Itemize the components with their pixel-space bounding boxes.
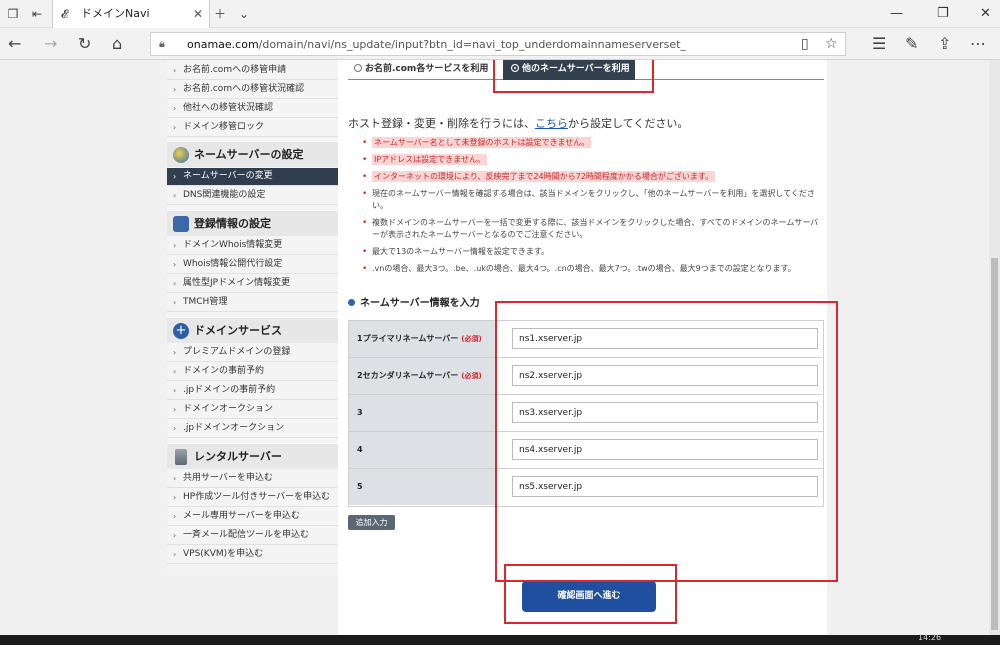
nameserver-type-tabs: お名前.com各サービスを利用 他のネームサーバーを利用 <box>348 60 824 80</box>
sidebar-item-whois-change[interactable]: › ドメインWhois情報変更 <box>167 237 338 255</box>
nameserver-input-table: 1プライマリネームサーバー(必須) 2セカンダリネームサーバー(必須) 3 4 … <box>348 320 824 507</box>
url-input[interactable]: 🔒︎ onamae.com/domain/navi/ns_update/inpu… <box>150 32 846 56</box>
clock: 14:26 <box>918 633 942 642</box>
table-row: 3 <box>349 395 823 432</box>
nameserver-5-input[interactable] <box>512 476 818 497</box>
server-icon <box>175 449 187 465</box>
sidebar-item-mail-server[interactable]: › メール専用サーバーを申込む <box>167 508 338 526</box>
note-item: • IPアドレスは設定できません。 <box>362 154 487 165</box>
tab-title: ドメインNavi <box>81 7 150 20</box>
table-row: 1プライマリネームサーバー (必須) <box>349 321 823 358</box>
close-window-icon[interactable]: ✕ <box>980 6 991 22</box>
row-label: 2セカンダリネームサーバー (必須) <box>349 358 496 394</box>
pen-icon[interactable]: ✎ <box>905 35 918 53</box>
sidebar-item-nameserver-change[interactable]: › ネームサーバーの変更 <box>167 168 338 186</box>
sidebar-item-premium-domain[interactable]: › プレミアムドメインの登録 <box>167 344 338 362</box>
radio-off-icon <box>354 64 362 72</box>
radio-other-nameserver[interactable]: 他のネームサーバーを利用 <box>503 60 635 80</box>
section-title: ネームサーバー情報を入力 <box>348 297 480 310</box>
nameserver-1-input[interactable] <box>512 328 818 349</box>
forward-arrow-icon[interactable]: → <box>44 35 57 53</box>
radio-on-icon <box>511 64 519 72</box>
close-tab-icon[interactable]: ✕ <box>193 7 203 21</box>
sidebar-item-shared-server[interactable]: › 共用サーバーを申込む <box>167 470 338 488</box>
note-item: • インターネットの環境により、反映完了まで24時間から72時間程度かかる場合がご… <box>362 171 716 182</box>
taskbar: 14:26 <box>0 633 1000 645</box>
row-label: 5 <box>349 469 496 505</box>
set-aside-tabs-icon[interactable]: ⇤ <box>30 7 44 21</box>
reading-view-icon[interactable]: ▯ <box>801 36 809 52</box>
refresh-icon[interactable]: ↻ <box>78 35 91 53</box>
note-item: • .vnの場合、最大3つ。.be、.ukの場合、最大4つ。.cnの場合、最大7つ… <box>362 264 796 274</box>
sidebar-item-hp-tool-server[interactable]: › HP作成ツール付きサーバーを申込む <box>167 489 338 507</box>
sidebar-item-jp-preorder[interactable]: › .jpドメインの事前予約 <box>167 382 338 400</box>
sidebar-item-domain-preorder[interactable]: › ドメインの事前予約 <box>167 363 338 381</box>
sidebar-item-transfer-apply[interactable]: › お名前.comへの移管申請 <box>167 62 338 80</box>
bird-icon: 𝓔 <box>61 7 68 21</box>
radio-onamae-service[interactable]: お名前.com各サービスを利用 <box>354 60 488 80</box>
sidebar-item-dns-settings[interactable]: › DNS関連機能の設定 <box>167 187 338 205</box>
page-viewport: › お名前.comへの移管申請 › お名前.comへの移管状況確認 › 他社への移管状… <box>0 60 989 635</box>
new-tab-icon[interactable]: ＋ <box>213 7 227 21</box>
note-item: • ネームサーバー名として未登録のホストは設定できません。 <box>362 137 592 148</box>
favorites-list-icon[interactable]: ☰ <box>872 35 886 53</box>
sidebar-item-whois-proxy[interactable]: › Whois情報公開代行設定 <box>167 256 338 274</box>
sidebar-item-transfer-lock[interactable]: › ドメイン移管ロック <box>167 119 338 137</box>
url-text: onamae.com/domain/navi/ns_update/input?b… <box>187 38 686 51</box>
sidebar-item-jp-domain-info[interactable]: › 属性型JPドメイン情報変更 <box>167 275 338 293</box>
sidebar-item-vps[interactable]: › VPS(KVM)を申込む <box>167 546 338 564</box>
sidebar-item-transfer-status[interactable]: › お名前.comへの移管状況確認 <box>167 81 338 99</box>
scrollbar-thumb[interactable] <box>991 258 998 630</box>
back-arrow-icon[interactable]: ← <box>8 35 21 53</box>
row-label: 3 <box>349 395 496 431</box>
sidebar-item-jp-auction[interactable]: › .jpドメインオークション <box>167 420 338 438</box>
row-label: 1プライマリネームサーバー (必須) <box>349 321 496 357</box>
tab-manager-icon[interactable]: ❐ <box>6 7 20 21</box>
sidebar-item-domain-auction[interactable]: › ドメインオークション <box>167 401 338 419</box>
note-item: • 複数ドメインのネームサーバーを一括で変更する際に、該当ドメインをクリックした場… <box>362 218 819 239</box>
note-item: • 現在のネームサーバー情報を確認する場合は、該当ドメインをクリックし、「他のネー… <box>362 189 815 210</box>
note-item: • 最大で13のネームサーバー情報を設定できます。 <box>362 247 550 257</box>
nameserver-4-input[interactable] <box>512 439 818 460</box>
sidebar-item-tmch[interactable]: › TMCH管理 <box>167 294 338 312</box>
notes-list: • ネームサーバー名として未登録のホストは設定できません。 • IPアドレスは設定で… <box>362 137 824 280</box>
nameserver-2-input[interactable] <box>512 365 818 386</box>
nameserver-globe-icon <box>173 147 189 163</box>
here-link[interactable]: こちら <box>535 117 568 130</box>
home-icon[interactable]: ⌂ <box>112 35 122 53</box>
confirm-button[interactable]: 確認画面へ進む <box>522 581 656 612</box>
sidebar-header-nameserver: ネームサーバーの設定 <box>167 141 338 167</box>
add-input-button[interactable]: 追加入力 <box>348 515 395 530</box>
plus-circle-icon: + <box>173 323 189 339</box>
sidebar-header-domain-service: + ドメインサービス <box>167 317 338 343</box>
registration-info-icon <box>173 216 189 232</box>
page-scrollbar[interactable] <box>989 60 1000 635</box>
main-content: お名前.com各サービスを利用 他のネームサーバーを利用 ホスト登録・変更・削除… <box>338 60 827 635</box>
sidebar-header-rental-server: レンタルサーバー <box>167 443 338 469</box>
restore-icon[interactable]: ❐ <box>937 6 949 22</box>
browser-tab[interactable]: 𝓔 ドメインNavi ✕ <box>52 0 210 28</box>
table-row: 4 <box>349 432 823 469</box>
address-bar-row: ← → ↻ ⌂ 🔒︎ onamae.com/domain/navi/ns_upd… <box>0 28 1000 60</box>
table-row: 5 <box>349 469 823 506</box>
table-row: 2セカンダリネームサーバー (必須) <box>349 358 823 395</box>
sidebar-item-bulk-mail[interactable]: › 一斉メール配信ツールを申込む <box>167 527 338 545</box>
host-registration-intro: ホスト登録・変更・削除を行うには、こちらから設定してください。 <box>348 117 689 130</box>
chevron-down-icon[interactable]: ⌄ <box>237 7 251 21</box>
lock-icon: 🔒︎ <box>159 37 165 50</box>
more-icon[interactable]: ⋯ <box>970 35 986 53</box>
row-label: 4 <box>349 432 496 468</box>
minimize-icon[interactable]: — <box>890 6 903 22</box>
share-icon[interactable]: ⇪ <box>938 35 951 53</box>
bullet-dot-icon <box>348 299 355 306</box>
title-bar: ❐ ⇤ 𝓔 ドメインNavi ✕ ＋ ⌄ — ❐ ✕ <box>0 0 1000 28</box>
nameserver-3-input[interactable] <box>512 402 818 423</box>
sidebar-item-outbound-transfer[interactable]: › 他社への移管状況確認 <box>167 100 338 118</box>
favorite-star-icon[interactable]: ☆ <box>825 36 838 52</box>
sidebar-header-registration: 登録情報の設定 <box>167 210 338 236</box>
sidebar: › お名前.comへの移管申請 › お名前.comへの移管状況確認 › 他社への移管状… <box>167 60 338 576</box>
